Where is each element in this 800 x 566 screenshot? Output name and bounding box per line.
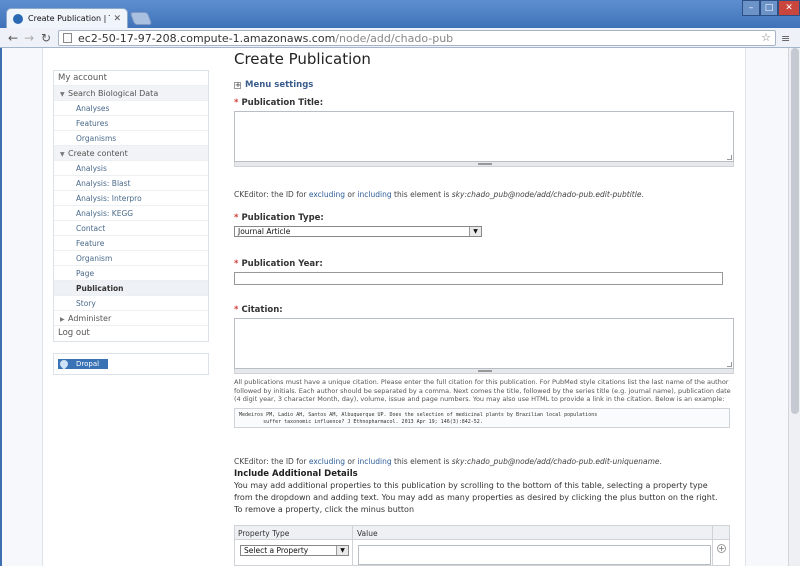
- sidebar-item-feature[interactable]: Feature: [54, 236, 208, 251]
- close-tab-icon[interactable]: ✕: [113, 14, 121, 24]
- publication-title-textarea[interactable]: [234, 111, 734, 162]
- sidebar-item-search-biological-data[interactable]: ▼ Search Biological Data: [54, 86, 208, 101]
- sidebar-item-analysis[interactable]: Analysis: [54, 161, 208, 176]
- sidebar-item-analysis-blast[interactable]: Analysis: Blast: [54, 176, 208, 191]
- citation-label: * Citation:: [234, 305, 283, 315]
- resize-corner-icon[interactable]: [727, 155, 732, 160]
- grip-icon: [478, 163, 492, 165]
- address-bar[interactable]: ec2-50-17-97-208.compute-1.amazonaws.com…: [58, 30, 776, 46]
- citation-description: All publications must have a unique cita…: [234, 378, 731, 403]
- textarea-resize-handle[interactable]: [234, 369, 734, 374]
- expanded-arrow-icon: ▼: [60, 151, 65, 158]
- sidebar-item-publication[interactable]: Publication: [54, 281, 208, 296]
- ckeditor-excluding-link[interactable]: excluding: [309, 190, 345, 199]
- sidebar-navigation: My account ▼ Search Biological Data Analy…: [53, 70, 209, 342]
- powered-by-drupal-badge[interactable]: Dropal: [58, 358, 108, 370]
- new-tab-button[interactable]: [129, 12, 153, 25]
- sidebar-item-analysis-interpro[interactable]: Analysis: Interpro: [54, 191, 208, 206]
- powered-by-block: Dropal: [53, 353, 209, 375]
- additional-details-description: You may add additional properties to thi…: [234, 481, 718, 514]
- expanded-arrow-icon: ▼: [60, 91, 65, 98]
- citation-textarea[interactable]: [234, 318, 734, 369]
- page-content: My account ▼ Search Biological Data Analy…: [42, 48, 746, 566]
- sidebar-item-page[interactable]: Page: [54, 266, 208, 281]
- collapsed-arrow-icon: ▶: [60, 316, 65, 323]
- drupal-drop-icon: [58, 358, 70, 370]
- sidebar-item-analyses[interactable]: Analyses: [54, 101, 208, 116]
- back-arrow-icon[interactable]: ←: [8, 31, 18, 45]
- sidebar-item-create-content[interactable]: ▼ Create content: [54, 146, 208, 161]
- publication-title-label: * Publication Title:: [234, 98, 324, 108]
- sidebar-item-organism[interactable]: Organism: [54, 251, 208, 266]
- citation-example: Medeiros PM, Ladio AH, Santos AM, Albuqu…: [234, 408, 730, 428]
- sidebar-item-administer[interactable]: ▶ Administer: [54, 311, 208, 326]
- window-titlebar: Create Publication | Tripal ✕ – □ ✕: [0, 0, 800, 28]
- page-viewport: My account ▼ Search Biological Data Analy…: [2, 48, 788, 566]
- sidebar-item-my-account[interactable]: My account: [54, 71, 208, 86]
- page-title: Create Publication: [234, 50, 371, 68]
- column-divider: [712, 526, 713, 565]
- browser-toolbar: ← → ↻ ec2-50-17-97-208.compute-1.amazona…: [0, 28, 800, 48]
- publication-type-select[interactable]: Journal Article ▼: [234, 226, 482, 237]
- maximize-button[interactable]: □: [760, 0, 778, 16]
- publication-year-label: * Publication Year:: [234, 259, 323, 269]
- drupal-drop-icon: [13, 13, 23, 24]
- ckeditor-note-title: CKEditor: the ID for excluding or includ…: [234, 190, 644, 199]
- url-text[interactable]: ec2-50-17-97-208.compute-1.amazonaws.com…: [78, 32, 453, 45]
- scrollbar-thumb[interactable]: [791, 48, 799, 414]
- property-table-header: Property Type Value: [235, 526, 729, 540]
- sidebar-item-organisms[interactable]: Organisms: [54, 131, 208, 146]
- add-property-plus-icon[interactable]: +: [717, 544, 726, 553]
- close-window-button[interactable]: ✕: [778, 0, 800, 16]
- sidebar-item-contact[interactable]: Contact: [54, 221, 208, 236]
- ckeditor-including-link[interactable]: including: [357, 457, 391, 466]
- column-divider: [352, 526, 353, 565]
- sidebar-item-features[interactable]: Features: [54, 116, 208, 131]
- resize-corner-icon[interactable]: [727, 362, 732, 367]
- publication-year-input[interactable]: [234, 272, 723, 285]
- additional-details-title: Include Additional Details: [234, 469, 358, 479]
- column-header-property-type: Property Type: [238, 529, 290, 538]
- minimize-button[interactable]: –: [742, 0, 760, 16]
- publication-type-label: * Publication Type:: [234, 213, 324, 223]
- page-icon: [63, 33, 72, 43]
- browser-tab[interactable]: Create Publication | Tripal ✕: [6, 8, 128, 28]
- reload-icon[interactable]: ↻: [41, 31, 51, 45]
- star-icon[interactable]: ☆: [761, 31, 771, 44]
- menu-settings-toggle[interactable]: + Menu settings: [234, 80, 313, 90]
- sidebar-item-analysis-kegg[interactable]: Analysis: KEGG: [54, 206, 208, 221]
- sidebar-item-log-out[interactable]: Log out: [54, 326, 208, 341]
- forward-arrow-icon[interactable]: →: [24, 31, 34, 45]
- sidebar-item-story[interactable]: Story: [54, 296, 208, 311]
- dropdown-arrow-icon: ▼: [469, 227, 481, 236]
- property-type-select[interactable]: Select a Property ▼: [240, 545, 349, 556]
- page-scrollbar[interactable]: [788, 48, 800, 566]
- property-value-textarea[interactable]: [358, 545, 711, 565]
- ckeditor-excluding-link[interactable]: excluding: [309, 457, 345, 466]
- dropdown-arrow-icon: ▼: [336, 546, 348, 555]
- textarea-resize-handle[interactable]: [234, 162, 734, 167]
- tab-title: Create Publication | Tripal: [28, 14, 110, 23]
- property-table: Property Type Value Select a Property ▼ …: [234, 525, 730, 566]
- main-content: Create Publication + Menu settings * Publ…: [234, 48, 734, 566]
- column-header-value: Value: [357, 529, 378, 538]
- ckeditor-note-uniquename: CKEditor: the ID for excluding or includ…: [234, 457, 662, 466]
- expand-plus-icon: +: [234, 80, 241, 89]
- wrench-menu-icon[interactable]: ≡: [781, 32, 790, 45]
- grip-icon: [478, 370, 492, 372]
- ckeditor-including-link[interactable]: including: [357, 190, 391, 199]
